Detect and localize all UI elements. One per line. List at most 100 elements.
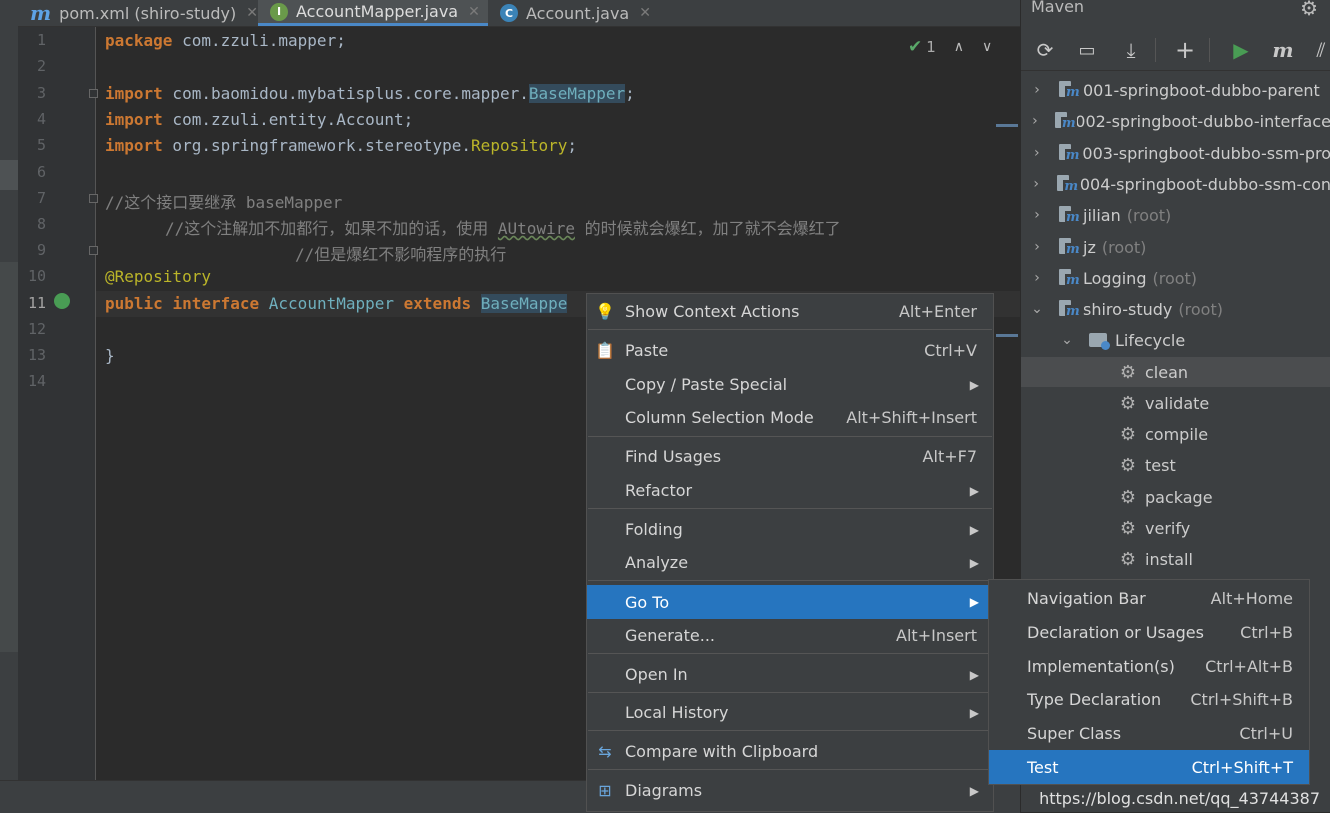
lifecycle-goal-install[interactable]: ⚙ install [1021,544,1330,574]
menu-item-column-selection-mode[interactable]: Column Selection Mode Alt+Shift+Insert [587,401,993,434]
maven-project-row[interactable]: › m 001-springboot-dubbo-parent [1021,75,1330,105]
chevron-up-icon[interactable]: ∧ [954,39,964,55]
implemented-gutter-icon[interactable] [54,293,70,309]
chevron-right-icon[interactable]: › [1027,239,1047,255]
lifecycle-goal-clean[interactable]: ⚙ clean [1021,357,1330,387]
submenu-arrow-icon: ▶ [969,705,979,720]
root-tag: (root) [1152,268,1198,288]
close-icon[interactable]: ✕ [246,5,258,21]
menu-item-open-in[interactable]: Open In ▶ [587,658,993,691]
identifier: Account [336,110,404,129]
comment-text: //这个注解加不加都行，如果不加的话，使用 [165,219,498,238]
gear-icon[interactable]: ⚙ [1300,0,1318,20]
menu-item-generate[interactable]: Generate... Alt+Insert [587,619,993,652]
submenu-arrow-icon: ▶ [969,483,979,498]
submenu-item-super-class[interactable]: Super Class Ctrl+U [989,717,1309,750]
submenu-arrow-icon: ▶ [969,522,979,537]
chevron-down-icon[interactable]: ∨ [982,39,992,55]
execute-goal-icon[interactable]: m [1269,36,1297,64]
lifecycle-folder-icon [1089,333,1110,350]
maven-project-row[interactable]: › m 003-springboot-dubbo-ssm-pro [1021,138,1330,168]
maven-project-icon: m [1058,143,1081,163]
menu-item-refactor[interactable]: Refactor ▶ [587,474,993,507]
reload-icon[interactable]: ⟳ [1031,36,1059,64]
chevron-right-icon[interactable]: › [1027,270,1047,286]
left-tool-strip [0,0,18,812]
fold-marker[interactable] [89,246,98,255]
tab-pom-xml[interactable]: m pom.xml (shiro-study) ✕ [30,0,258,26]
menu-item-diagrams[interactable]: ⊞ Diagrams ▶ [587,774,993,807]
goal-label: compile [1145,424,1209,444]
toggle-offline-icon[interactable]: ⫽ [1307,36,1330,64]
run-icon[interactable]: ▶ [1227,36,1255,64]
menu-item-find-usages[interactable]: Find Usages Alt+F7 [587,440,993,473]
fold-marker[interactable] [89,89,98,98]
maven-project-row[interactable]: › m Logging (root) [1021,263,1330,293]
maven-project-row[interactable]: › m jz (root) [1021,232,1330,262]
tab-accountmapper-java[interactable]: I AccountMapper.java ✕ [258,0,488,26]
identifier-highlight: BaseMappe [480,294,568,313]
line-number-gutter: 1 2 3 4 5 6 7 8 9 10 11 12 13 14 [18,27,98,780]
maven-project-row[interactable]: › m jilian (root) [1021,200,1330,230]
interface-icon: I [270,2,288,21]
goal-label: verify [1145,518,1191,538]
identifier: Repository [471,136,568,155]
submenu-item-test[interactable]: Test Ctrl+Shift+T [989,750,1309,784]
code-line-10: @Repository [105,267,211,286]
submenu-item-implementations[interactable]: Implementation(s) Ctrl+Alt+B [989,650,1309,683]
root-tag: (root) [1126,205,1172,225]
chevron-right-icon[interactable]: › [1027,176,1045,192]
lifecycle-goal-compile[interactable]: ⚙ compile [1021,419,1330,449]
lifecycle-goal-verify[interactable]: ⚙ verify [1021,513,1330,543]
maven-project-icon: m [1059,299,1081,319]
inspection-count: 1 [926,38,936,56]
gear-icon: ⚙ [1119,392,1137,414]
chevron-down-icon[interactable]: ⌄ [1057,332,1077,348]
generate-sources-icon[interactable]: ▭ [1073,36,1101,64]
submenu-item-navigation-bar[interactable]: Navigation Bar Alt+Home [989,582,1309,615]
close-icon[interactable]: ✕ [639,5,651,21]
menu-item-show-context-actions[interactable]: 💡 Show Context Actions Alt+Enter [587,295,993,328]
comment-text: 的时候就会爆红，加了就不会爆红了 [574,219,841,238]
tab-account-java[interactable]: C Account.java ✕ [500,0,651,26]
menu-item-compare-with-clipboard[interactable]: ⇆ Compare with Clipboard [587,735,993,768]
code-line-8: //这个注解加不加都行，如果不加的话，使用 AUtowire 的时候就会爆红，加… [165,215,841,239]
chevron-right-icon[interactable]: › [1027,82,1047,98]
chevron-right-icon[interactable]: › [1027,145,1047,161]
line-number: 6 [36,163,46,181]
download-icon[interactable]: ⤓ [1117,36,1145,64]
maven-project-icon: m [1057,174,1080,194]
menu-item-folding[interactable]: Folding ▶ [587,513,993,546]
keyword: import [105,136,163,155]
close-icon[interactable]: ✕ [468,4,480,20]
inspection-widget[interactable]: ✔ 1 ∧ ∨ [908,37,992,57]
menu-separator [588,508,992,509]
chevron-down-icon[interactable]: ⌄ [1027,301,1047,317]
submenu-item-declaration-or-usages[interactable]: Declaration or Usages Ctrl+B [989,616,1309,649]
clipboard-icon: 📋 [595,341,615,360]
menu-item-paste[interactable]: 📋 Paste Ctrl+V [587,334,993,367]
maven-project-icon: m [1059,268,1081,288]
maven-project-row[interactable]: › m 004-springboot-dubbo-ssm-con [1021,169,1330,199]
submenu-arrow-icon: ▶ [969,555,979,570]
add-icon[interactable]: + [1171,36,1199,64]
menu-item-local-history[interactable]: Local History ▶ [587,696,993,729]
code-text: com.baomidou.mybatisplus.core.mapper. [162,84,529,103]
maven-project-icon: m [1059,237,1081,257]
maven-project-row[interactable]: ⌄ m shiro-study (root) [1021,294,1330,324]
menu-item-copy-paste-special[interactable]: Copy / Paste Special ▶ [587,368,993,401]
chevron-right-icon[interactable]: › [1027,113,1043,129]
goal-label: test [1145,455,1176,475]
lifecycle-row[interactable]: ⌄ Lifecycle [1021,325,1330,355]
maven-project-row[interactable]: › m 002-springboot-dubbo-interface [1021,106,1330,136]
code-line-4: import com.zzuli.entity.Account; [105,110,413,129]
code-text: ; [403,110,414,129]
lifecycle-goal-validate[interactable]: ⚙ validate [1021,388,1330,418]
menu-item-analyze[interactable]: Analyze ▶ [587,546,993,579]
lifecycle-goal-package[interactable]: ⚙ package [1021,482,1330,512]
menu-item-go-to[interactable]: Go To ▶ [587,585,993,619]
submenu-item-type-declaration[interactable]: Type Declaration Ctrl+Shift+B [989,683,1309,716]
fold-marker[interactable] [89,194,98,203]
chevron-right-icon[interactable]: › [1027,207,1047,223]
lifecycle-goal-test[interactable]: ⚙ test [1021,450,1330,480]
